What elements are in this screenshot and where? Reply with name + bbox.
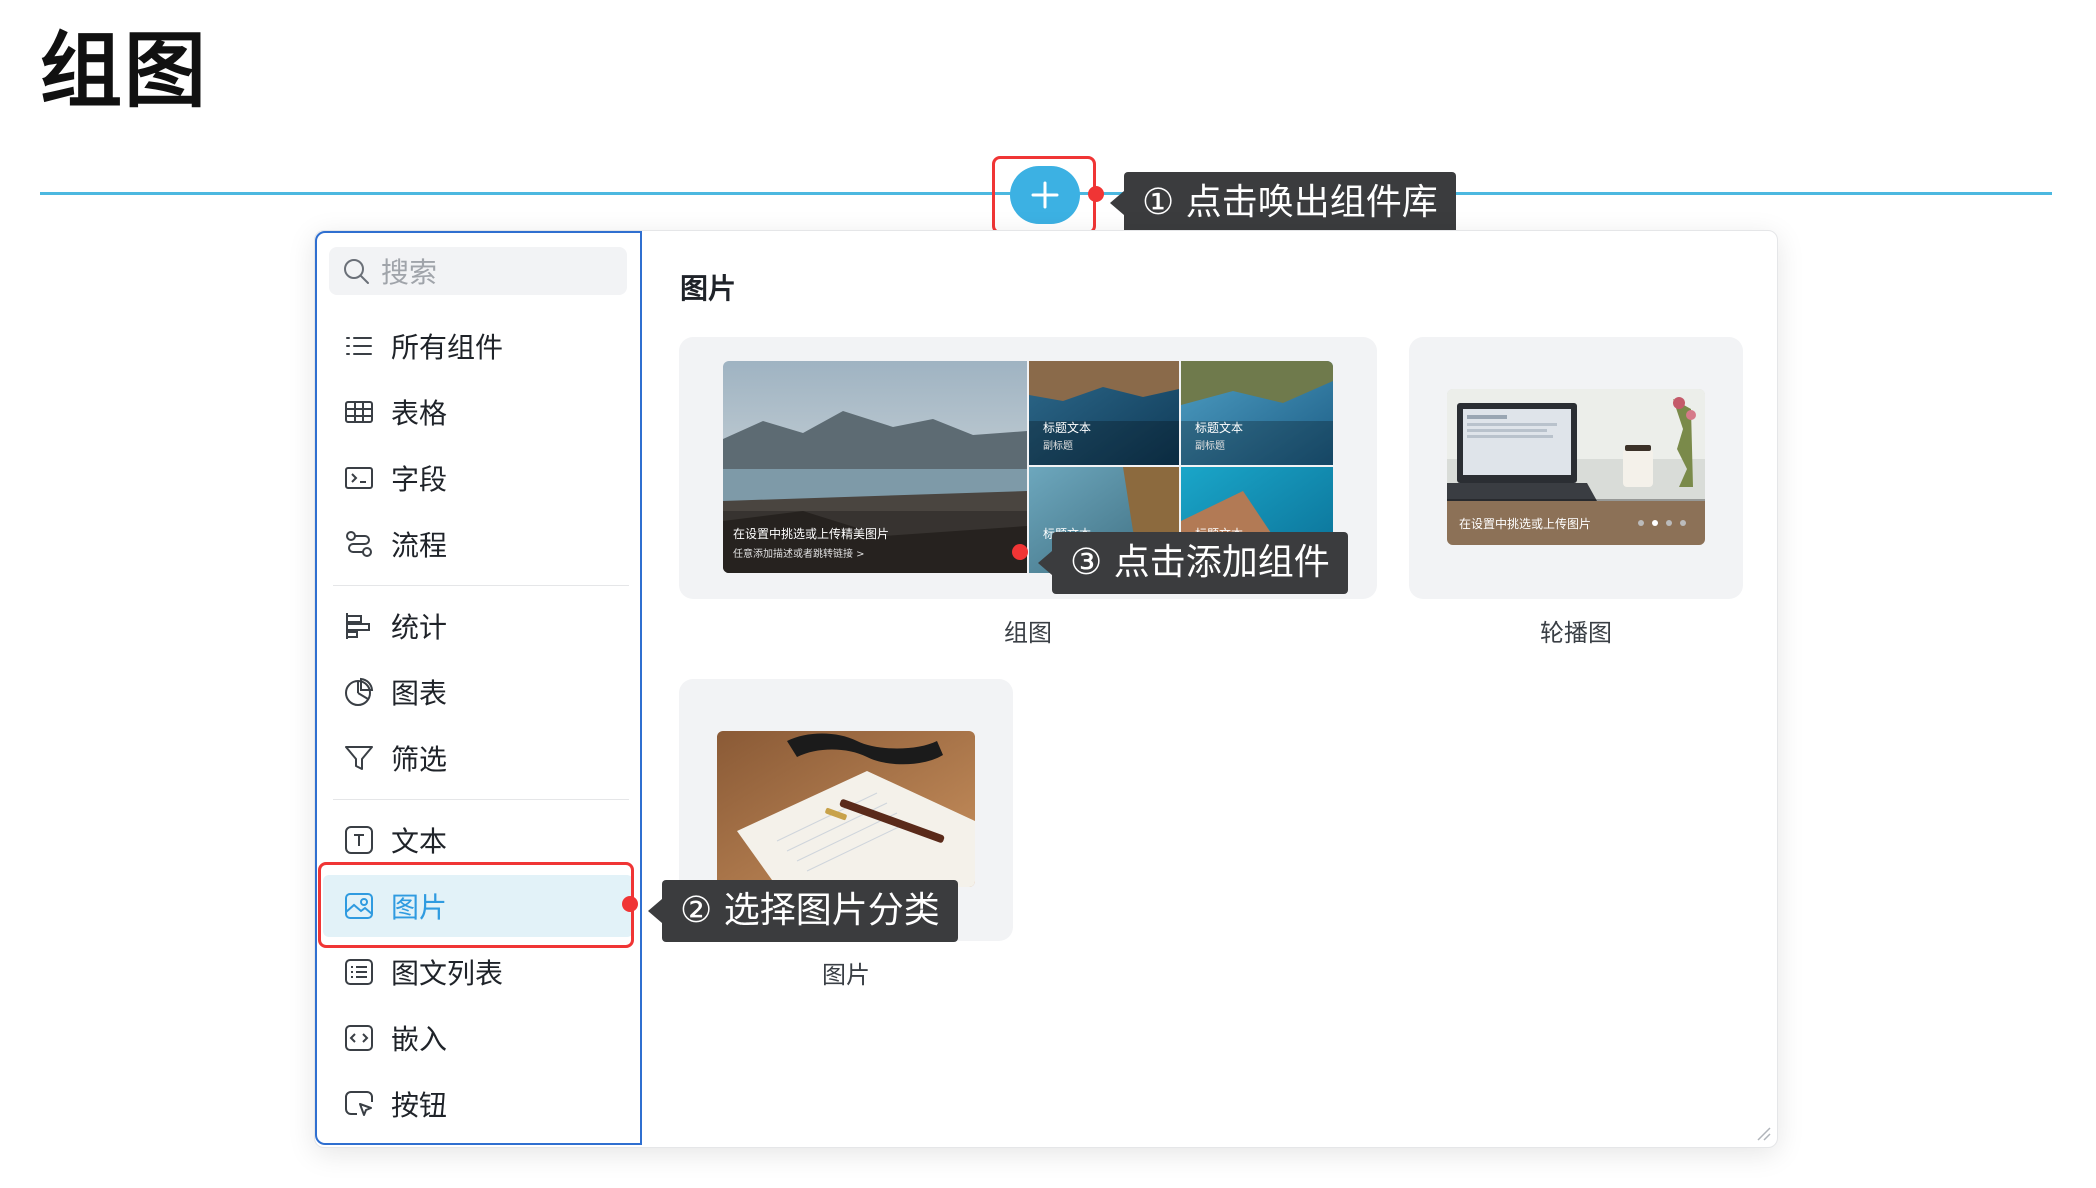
- highlight-box-add: [992, 156, 1096, 234]
- gallery-main-subcaption: 任意添加描述或者跳转链接 >: [733, 549, 865, 560]
- search-placeholder: 搜索: [381, 256, 438, 289]
- category-sidebar: 搜索 所有组件 表格 字段 流程 统计 图表 筛选 文本 图片 图文列表 嵌入 …: [315, 231, 642, 1145]
- gallery-tile2-sub: 副标题: [1195, 441, 1225, 452]
- highlight-box-image-category: [318, 862, 634, 948]
- category-table[interactable]: 表格: [323, 381, 633, 443]
- category-statistics[interactable]: 统计: [323, 595, 633, 657]
- tooltip-step3: ③ 点击添加组件: [1052, 532, 1348, 594]
- component-card-carousel[interactable]: 在设置中挑选或上传图片: [1409, 337, 1743, 599]
- category-label: 表格: [391, 397, 448, 430]
- list-icon: [346, 337, 372, 355]
- category-all[interactable]: 所有组件: [323, 315, 633, 377]
- search-icon: [344, 259, 369, 284]
- carousel-preview: 在设置中挑选或上传图片: [1447, 389, 1705, 545]
- button-icon: [345, 1091, 373, 1116]
- tooltip-step1: ① 点击唤出组件库: [1124, 172, 1456, 234]
- filter-icon: [345, 746, 373, 770]
- category-divider: [333, 799, 629, 800]
- category-label: 所有组件: [391, 331, 504, 364]
- component-library-panel: 搜索 所有组件 表格 字段 流程 统计 图表 筛选 文本 图片 图文列表 嵌入 …: [314, 230, 1778, 1148]
- search-input[interactable]: 搜索: [329, 247, 627, 295]
- text-icon: [345, 826, 373, 854]
- component-label-image: 图片: [822, 961, 870, 989]
- carousel-caption: 在设置中挑选或上传图片: [1459, 517, 1592, 531]
- section-title: 图片: [680, 272, 737, 305]
- category-filter[interactable]: 筛选: [323, 727, 633, 789]
- category-label: 图文列表: [391, 957, 504, 990]
- gallery-main-caption: 在设置中挑选或上传精美图片: [733, 527, 890, 541]
- statistics-icon: [346, 613, 370, 639]
- category-flow[interactable]: 流程: [323, 513, 633, 575]
- table-icon: [345, 401, 373, 423]
- category-label: 流程: [391, 529, 448, 562]
- resize-handle-icon[interactable]: [1753, 1123, 1771, 1141]
- category-image-text-list[interactable]: 图文列表: [323, 941, 633, 1003]
- component-label-carousel: 轮播图: [1540, 619, 1612, 647]
- gallery-tile1-sub: 副标题: [1043, 441, 1073, 452]
- category-label: 嵌入: [391, 1023, 448, 1056]
- category-field[interactable]: 字段: [323, 447, 633, 509]
- page-title: 组图: [40, 24, 209, 119]
- category-label: 文本: [391, 825, 448, 858]
- category-divider: [333, 585, 629, 586]
- category-label: 按钮: [391, 1089, 448, 1122]
- gallery-tile1-title: 标题文本: [1043, 421, 1092, 435]
- tooltip-step2: ② 选择图片分类: [662, 880, 958, 942]
- category-label: 统计: [391, 611, 448, 644]
- category-embed[interactable]: 嵌入: [323, 1007, 633, 1069]
- flow-icon: [346, 531, 372, 557]
- embed-icon: [345, 1025, 373, 1051]
- component-label-gallery: 组图: [1004, 619, 1052, 647]
- category-label: 筛选: [391, 743, 448, 776]
- category-label: 字段: [391, 463, 448, 496]
- pie-chart-icon: [345, 677, 374, 706]
- highlight-dot-gallery: [1012, 544, 1028, 560]
- category-chart[interactable]: 图表: [323, 661, 633, 723]
- gallery-tile2-title: 标题文本: [1195, 421, 1244, 435]
- highlight-dot-image-category: [622, 896, 638, 912]
- highlight-dot-add: [1088, 186, 1104, 202]
- category-button[interactable]: 按钮: [323, 1073, 633, 1135]
- field-icon: [345, 467, 373, 489]
- image-preview-picture: [717, 731, 975, 887]
- image-preview: [717, 731, 975, 887]
- image-text-list-icon: [345, 959, 373, 985]
- category-label: 图表: [391, 677, 448, 710]
